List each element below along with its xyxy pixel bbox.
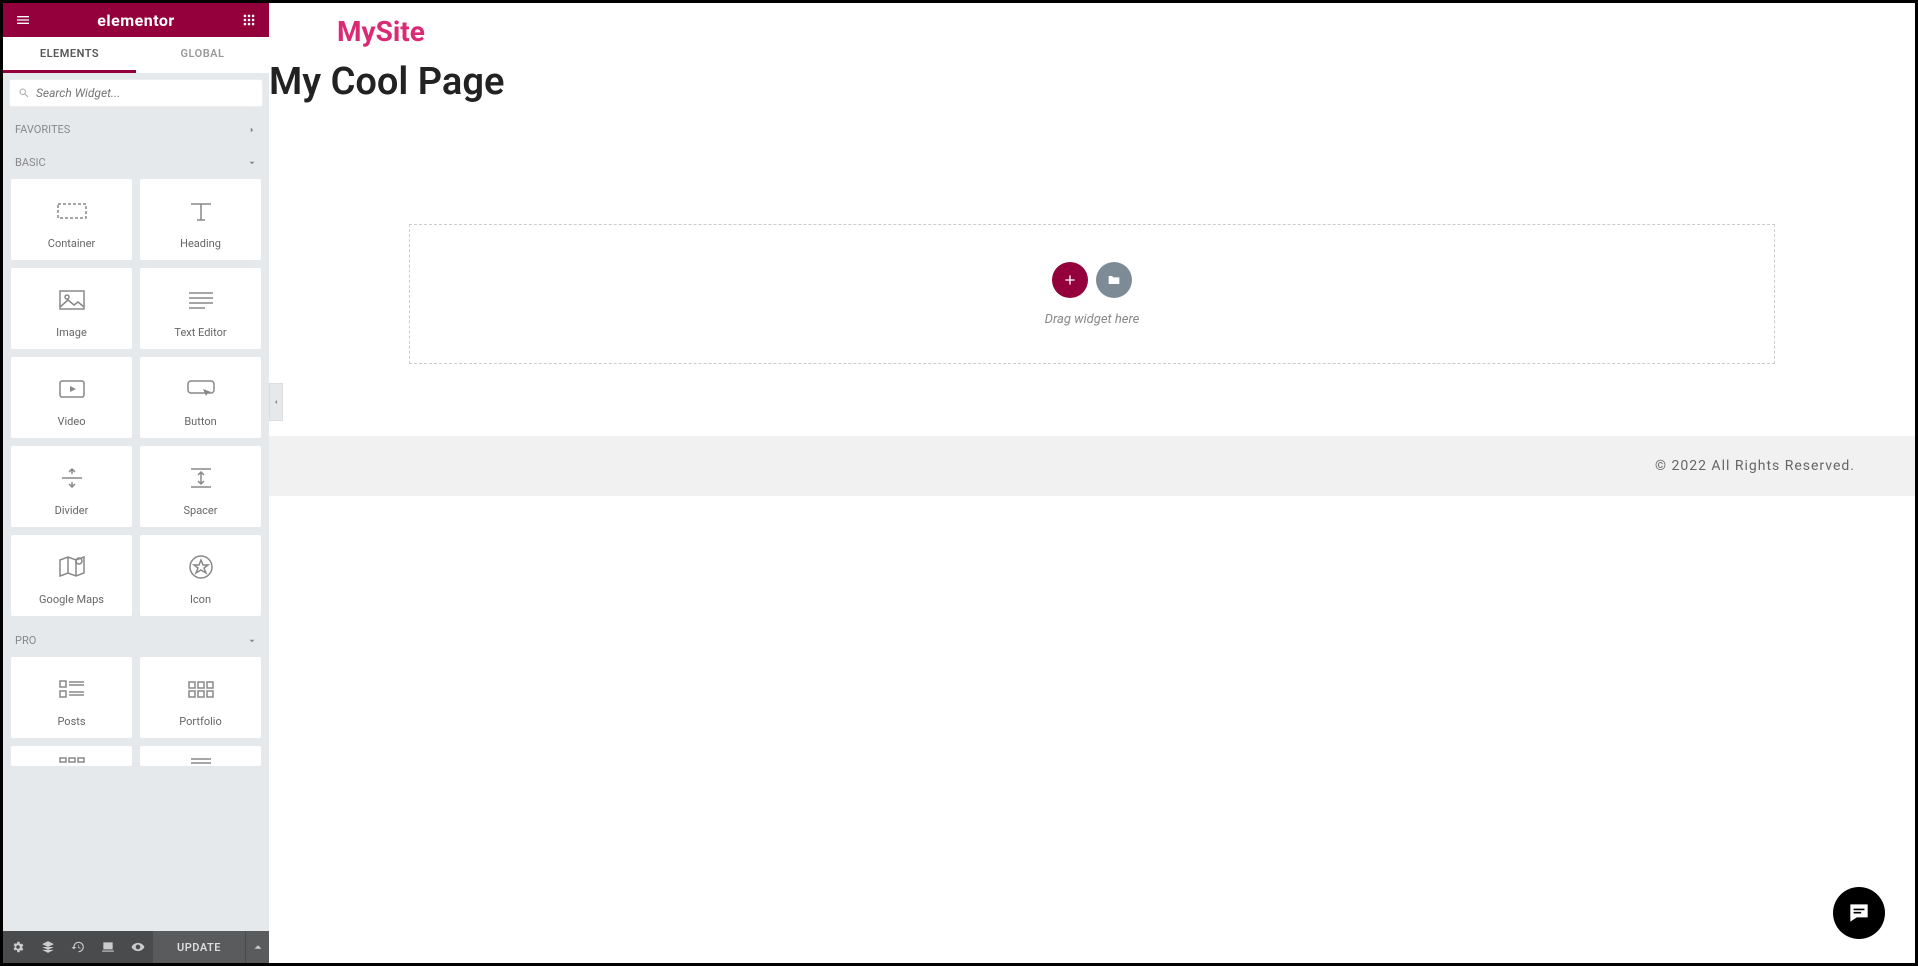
widget-text-editor[interactable]: Text Editor (140, 268, 261, 349)
widget-extra-1[interactable] (11, 746, 132, 766)
image-icon (58, 282, 86, 318)
site-footer: © 2022 All Rights Reserved. (269, 436, 1915, 496)
widget-heading[interactable]: Heading (140, 179, 261, 260)
tab-elements[interactable]: ELEMENTS (3, 37, 136, 73)
page-title: My Cool Page (269, 56, 1915, 114)
widget-google-maps[interactable]: Google Maps (11, 535, 132, 616)
drop-area[interactable]: Drag widget here (409, 224, 1775, 364)
gallery-icon (58, 756, 86, 766)
plus-icon (1062, 272, 1078, 288)
responsive-icon[interactable] (93, 931, 123, 963)
search-widget[interactable] (9, 79, 263, 107)
video-icon (58, 371, 86, 407)
widget-spacer[interactable]: Spacer (140, 446, 261, 527)
category-pro[interactable]: PRO (3, 624, 269, 657)
form-icon (187, 756, 215, 766)
folder-icon (1106, 272, 1122, 288)
sidebar-header: elementor (3, 3, 269, 37)
widget-divider[interactable]: Divider (11, 446, 132, 527)
widget-label: Portfolio (179, 715, 221, 728)
widget-posts[interactable]: Posts (11, 657, 132, 738)
widget-label: Heading (180, 237, 221, 250)
chevron-left-icon (272, 398, 280, 406)
widget-button[interactable]: Button (140, 357, 261, 438)
elementor-logo: elementor (97, 11, 175, 30)
sidebar-tabs: ELEMENTS GLOBAL (3, 37, 269, 73)
portfolio-icon (187, 671, 215, 707)
widget-container[interactable]: Container (11, 179, 132, 260)
heading-icon (187, 193, 215, 229)
posts-icon (58, 671, 86, 707)
category-favorites[interactable]: FAVORITES (3, 113, 269, 146)
widgets-scroll[interactable]: FAVORITES BASIC Container Heading Im (3, 113, 269, 931)
widget-video[interactable]: Video (11, 357, 132, 438)
add-template-button[interactable] (1096, 262, 1132, 298)
widget-icon[interactable]: Icon (140, 535, 261, 616)
tab-global[interactable]: GLOBAL (136, 37, 269, 73)
widget-label: Image (56, 326, 87, 339)
site-title[interactable]: MySite (269, 3, 1915, 56)
preview-icon[interactable] (123, 931, 153, 963)
apps-icon[interactable] (239, 10, 259, 30)
widget-extra-2[interactable] (140, 746, 261, 766)
widget-label: Icon (190, 593, 211, 606)
elementor-sidebar: elementor ELEMENTS GLOBAL FAVORITES BASI… (3, 3, 269, 963)
sidebar-footer: UPDATE (3, 931, 269, 963)
update-options-icon[interactable] (245, 931, 269, 963)
editor-canvas: MySite My Cool Page Drag widget here © 2… (269, 3, 1915, 963)
drop-text: Drag widget here (1045, 312, 1140, 327)
category-label: PRO (15, 634, 36, 647)
widget-label: Video (58, 415, 86, 428)
search-input[interactable] (36, 86, 254, 100)
category-basic[interactable]: BASIC (3, 146, 269, 179)
settings-icon[interactable] (3, 931, 33, 963)
widget-image[interactable]: Image (11, 268, 132, 349)
widget-label: Google Maps (39, 593, 104, 606)
drop-buttons (1052, 262, 1132, 298)
search-icon (18, 87, 30, 99)
map-icon (58, 549, 86, 585)
container-icon (57, 193, 87, 229)
widget-label: Text Editor (174, 326, 226, 339)
category-label: FAVORITES (15, 123, 70, 136)
chevron-down-icon (247, 636, 257, 646)
star-icon (188, 549, 214, 585)
update-button[interactable]: UPDATE (153, 931, 245, 963)
chat-icon (1846, 900, 1872, 926)
add-section-button[interactable] (1052, 262, 1088, 298)
category-label: BASIC (15, 156, 46, 169)
widget-portfolio[interactable]: Portfolio (140, 657, 261, 738)
navigator-icon[interactable] (33, 931, 63, 963)
history-icon[interactable] (63, 931, 93, 963)
collapse-sidebar-button[interactable] (269, 383, 283, 421)
widget-label: Container (48, 237, 95, 250)
chat-button[interactable] (1833, 887, 1885, 939)
widget-label: Spacer (183, 504, 217, 517)
widget-label: Divider (55, 504, 89, 517)
menu-icon[interactable] (13, 10, 33, 30)
basic-widget-grid: Container Heading Image Text Editor Vide… (3, 179, 269, 624)
button-icon (186, 371, 216, 407)
text-editor-icon (187, 282, 215, 318)
chevron-right-icon (247, 125, 257, 135)
pro-widget-grid: Posts Portfolio (3, 657, 269, 774)
widget-label: Button (184, 415, 216, 428)
chevron-down-icon (247, 158, 257, 168)
spacer-icon (189, 460, 213, 496)
widget-label: Posts (57, 715, 85, 728)
divider-icon (58, 460, 86, 496)
